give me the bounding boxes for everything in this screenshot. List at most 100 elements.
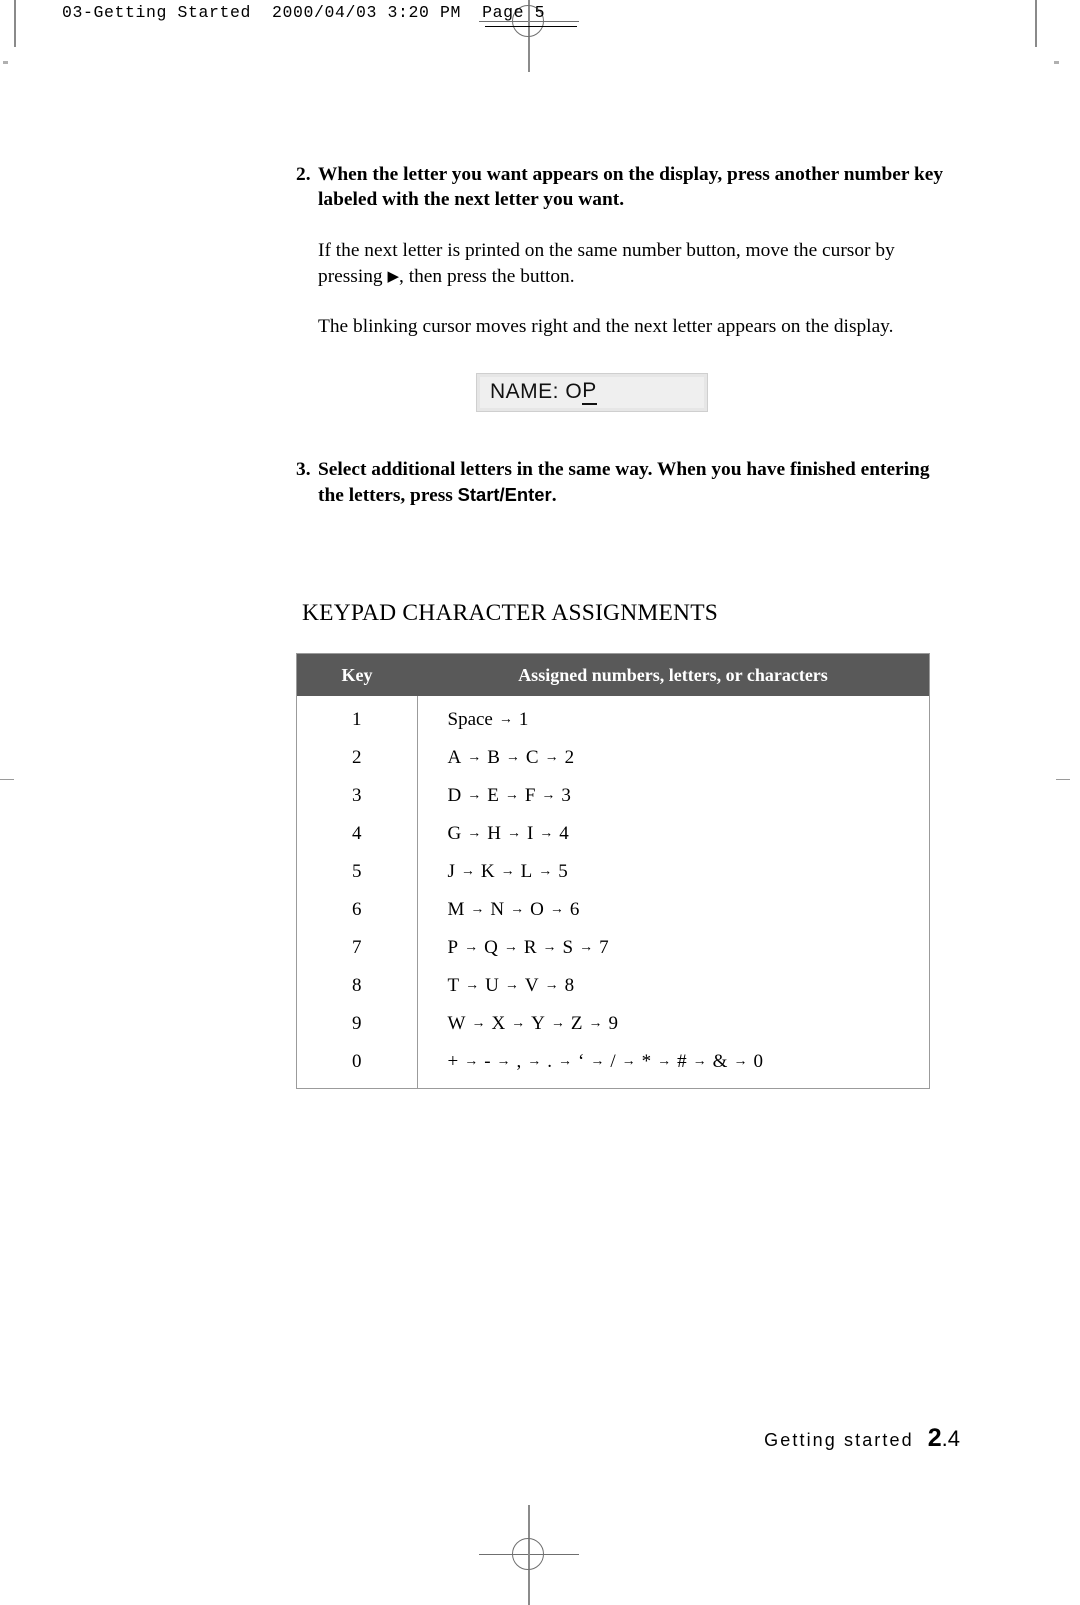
table-cell-key: 3: [296, 777, 418, 816]
sequence-item: F: [524, 785, 536, 807]
column-header-key: Key: [296, 653, 417, 697]
table-cell-assigned-sequence: D → E → F → 3: [417, 777, 930, 815]
sequence-arrow-icon: →: [498, 712, 513, 728]
table-cell-assigned-sequence: T → U → V → 8: [417, 967, 930, 1005]
sequence-arrow-icon: →: [692, 1054, 707, 1070]
sequence-item: 8: [564, 975, 575, 997]
table-cell-key: 8: [296, 967, 418, 1006]
sequence-item: 2: [564, 747, 575, 769]
sequence-item: O: [530, 899, 544, 921]
sequence-item: V: [524, 975, 539, 997]
sequence-arrow-icon: →: [544, 978, 559, 994]
table-cell-assigned-sequence: Space → 1: [417, 696, 930, 739]
lcd-display-text: NAME: O: [490, 380, 583, 404]
table-cell-key: 4: [296, 815, 418, 854]
sequence-item: Y: [531, 1013, 545, 1035]
sequence-arrow-icon: →: [504, 978, 519, 994]
sequence-arrow-icon: →: [621, 1054, 636, 1070]
sequence-arrow-icon: →: [511, 1016, 526, 1032]
lcd-display-frame: NAME: OP: [476, 372, 708, 412]
sequence-arrow-icon: →: [464, 940, 479, 956]
table-row: 2 A → B → C → 2: [296, 739, 930, 778]
keypad-character-assignments-table: Key Assigned numbers, letters, or charac…: [296, 653, 930, 1090]
table-cell-assigned-sequence: + → - →, →. → ‘→ / → * → # → & → 0: [417, 1043, 930, 1089]
table-row: 1 Space → 1: [296, 696, 930, 740]
step-2-number: 2.: [296, 164, 311, 185]
table-row: 3 D → E → F → 3: [296, 777, 930, 816]
sequence-arrow-icon: →: [464, 1054, 479, 1070]
sequence-item: -: [484, 1051, 491, 1073]
table-cell-key: 5: [296, 853, 418, 892]
footer-section-label: Getting started: [764, 1430, 914, 1450]
sequence-item: L: [520, 861, 533, 883]
table-row: 6 M → N → O → 6: [296, 891, 930, 930]
registration-mark-circle: [512, 1538, 544, 1570]
sequence-item: 0: [753, 1051, 763, 1073]
step-3-text-after: .: [551, 484, 557, 506]
trim-tick-left: [0, 779, 14, 780]
table-cell-assigned-sequence: J → K → L → 5: [417, 853, 930, 891]
footer-page-number: 2.4: [928, 1424, 960, 1453]
sequence-item: &: [712, 1051, 728, 1073]
crop-mark-right: [1035, 0, 1037, 47]
sequence-item: T: [447, 975, 460, 997]
sequence-item: *: [641, 1051, 652, 1073]
sequence-item: H: [487, 823, 501, 845]
sequence-item: 4: [559, 823, 569, 845]
trim-tick-right: [1056, 779, 1070, 780]
sequence-arrow-icon: →: [503, 940, 518, 956]
sequence-item: 6: [569, 899, 580, 921]
paragraph-cursor-moves: The blinking cursor moves right and the …: [318, 316, 894, 338]
sequence-item: D: [447, 785, 462, 807]
sequence-arrow-icon: →: [541, 788, 556, 804]
sequence-item: /: [610, 1051, 616, 1073]
sequence-item: N: [490, 899, 505, 921]
table-cell-assigned-sequence: P → Q → R → S → 7: [417, 929, 930, 967]
sequence-arrow-icon: →: [506, 826, 521, 842]
sequence-item: 3: [561, 785, 571, 807]
table-cell-assigned-sequence: W → X → Y → Z → 9: [417, 1005, 930, 1043]
sequence-item: +: [447, 1051, 459, 1073]
right-arrow-icon: ▶: [387, 268, 400, 285]
sequence-arrow-icon: →: [470, 902, 485, 918]
sequence-item: C: [525, 747, 539, 769]
sequence-arrow-icon: →: [579, 940, 594, 956]
table-row: 0 + → - →, →. → ‘→ / → * → # → & → 0: [296, 1043, 930, 1089]
start-enter-key-label: Start/Enter: [457, 483, 552, 505]
sequence-arrow-icon: →: [467, 826, 482, 842]
sequence-arrow-icon: →: [527, 1054, 542, 1070]
sequence-arrow-icon: →: [500, 864, 515, 880]
step-3-text-before: Select additional letters in the same wa…: [318, 458, 930, 506]
table-cell-key: 2: [296, 739, 418, 778]
trim-dot-right: [1054, 61, 1059, 64]
sequence-item: J: [447, 861, 455, 883]
table-header-row: Key Assigned numbers, letters, or charac…: [296, 653, 930, 697]
table-cell-key: 1: [296, 696, 418, 740]
sequence-item: Space: [447, 709, 493, 731]
sequence-item: W: [447, 1013, 466, 1035]
table-cell-assigned-sequence: A → B → C → 2: [417, 739, 930, 777]
sequence-arrow-icon: →: [471, 1016, 486, 1032]
footer-page-minor: .4: [941, 1426, 960, 1451]
table-head: Key Assigned numbers, letters, or charac…: [296, 653, 930, 697]
step-2: 2. When the letter you want appears on t…: [296, 163, 956, 212]
section-title: KEYPAD CHARACTER ASSIGNMENTS: [302, 600, 719, 627]
sequence-arrow-icon: →: [733, 1054, 748, 1070]
sequence-item: R: [523, 937, 537, 959]
sequence-arrow-icon: →: [558, 1054, 573, 1070]
paragraph-same-button-text-after: , then press the button.: [399, 265, 575, 287]
sequence-arrow-icon: →: [539, 826, 554, 842]
table-row: 4 G → H → I → 4: [296, 815, 930, 854]
sequence-arrow-icon: →: [505, 750, 520, 766]
crop-mark-left: [14, 0, 16, 47]
page-content: 2. When the letter you want appears on t…: [296, 0, 956, 1090]
sequence-item: U: [485, 975, 499, 997]
sequence-item: S: [562, 937, 574, 959]
sequence-arrow-icon: →: [496, 1054, 511, 1070]
trim-dot-left: [3, 61, 8, 64]
step-3-number: 3.: [296, 458, 311, 480]
table-body: 1 Space → 1 2 A → B → C → 2 3 D → E → F → 3 4 G → H → I → 4 5 J → K → L → 5…: [296, 696, 930, 1089]
column-header-assigned: Assigned numbers, letters, or characters: [417, 653, 930, 697]
lcd-display-wrapper: NAME: OP: [296, 372, 956, 412]
table-row: 8 T → U → V → 8: [296, 967, 930, 1006]
